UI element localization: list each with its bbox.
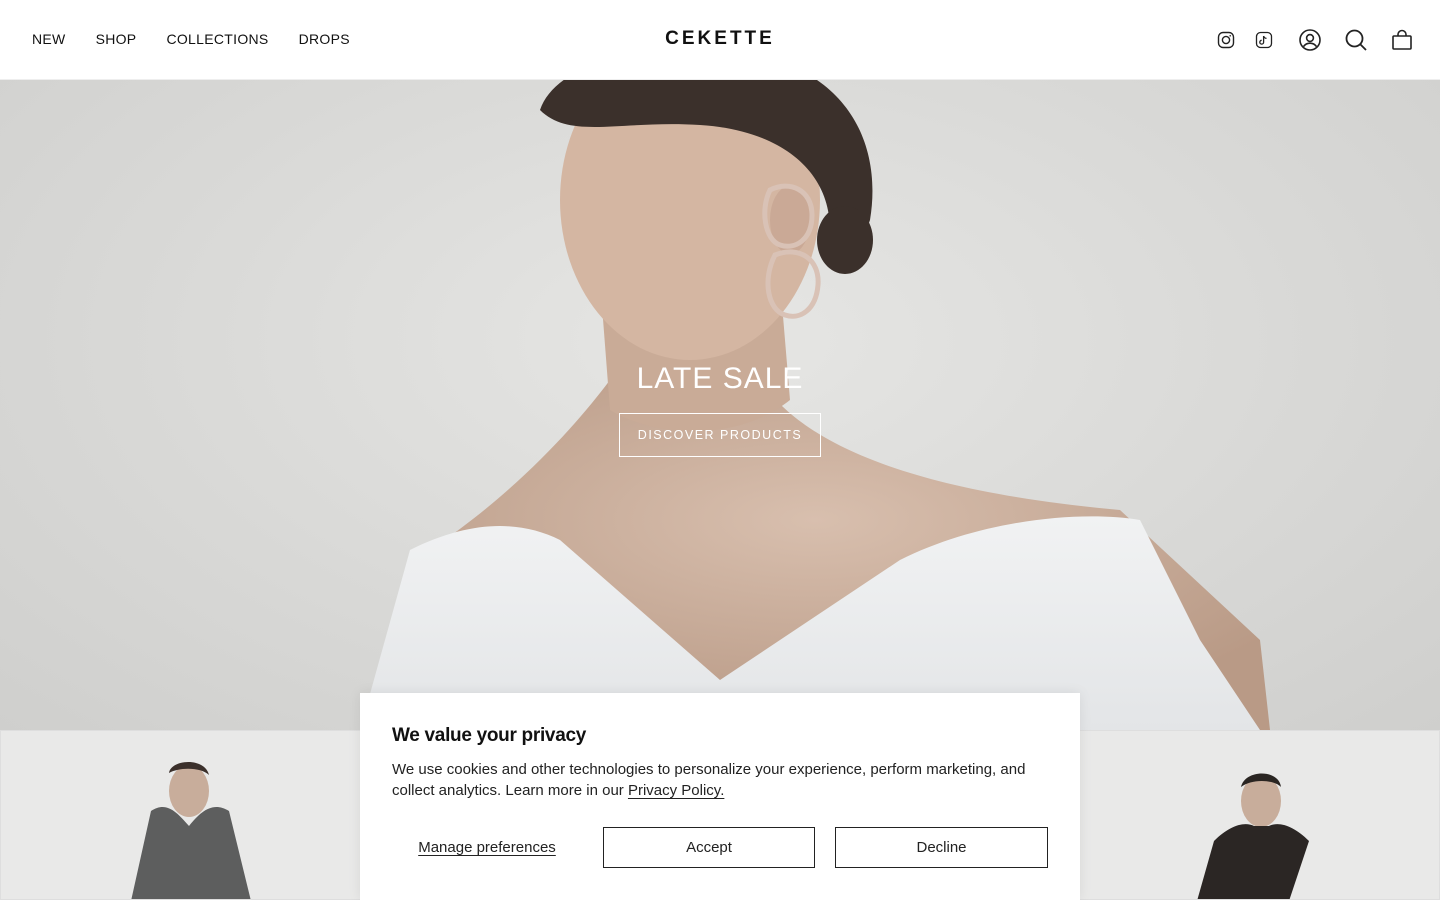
nav-item-shop[interactable]: SHOP: [96, 30, 137, 48]
product-image: [1197, 773, 1309, 899]
nav-item-new[interactable]: NEW: [32, 30, 66, 48]
search-icon[interactable]: [1342, 26, 1370, 54]
tiktok-icon[interactable]: [1250, 26, 1278, 54]
accept-button[interactable]: Accept: [603, 827, 815, 868]
product-card[interactable]: [0, 730, 362, 900]
hero-image: [360, 80, 1270, 730]
instagram-icon[interactable]: [1212, 26, 1240, 54]
product-card[interactable]: [1078, 730, 1440, 900]
nav-item-collections[interactable]: COLLECTIONS: [166, 30, 268, 48]
cart-icon[interactable]: [1388, 26, 1416, 54]
nav-item-drops[interactable]: DROPS: [299, 30, 350, 48]
hero-banner: LATE SALE DISCOVER PRODUCTS: [0, 80, 1440, 730]
account-icon[interactable]: [1296, 26, 1324, 54]
discover-products-button[interactable]: DISCOVER PRODUCTS: [619, 413, 821, 457]
cookie-banner-title: We value your privacy: [392, 725, 586, 746]
cookie-actions: Manage preferences Accept Decline: [392, 827, 1048, 868]
hero-title: LATE SALE: [636, 362, 804, 395]
cookie-banner-text: We use cookies and other technologies to…: [392, 759, 1048, 801]
site-header: NEW SHOP COLLECTIONS DROPS CEKETTE: [0, 0, 1440, 80]
main-nav: NEW SHOP COLLECTIONS DROPS: [32, 30, 380, 48]
decline-button[interactable]: Decline: [835, 827, 1048, 868]
header-icons: [1212, 26, 1416, 54]
product-image: [131, 762, 251, 899]
cookie-consent-banner: We value your privacy We use cookies and…: [360, 693, 1080, 900]
privacy-policy-link[interactable]: Privacy Policy.: [628, 782, 724, 799]
manage-preferences-link[interactable]: Manage preferences: [392, 827, 582, 868]
